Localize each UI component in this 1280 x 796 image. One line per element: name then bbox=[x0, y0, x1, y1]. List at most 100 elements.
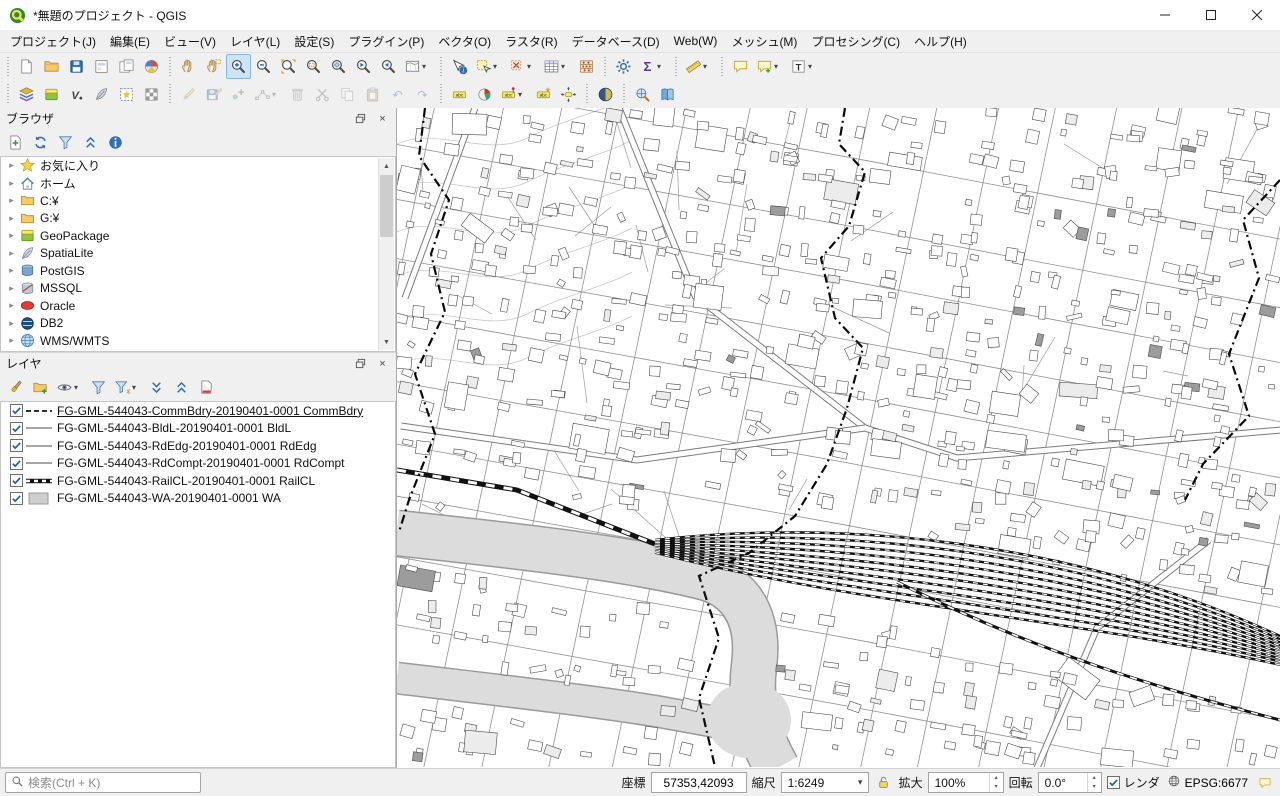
menu-database[interactable]: データベース(D) bbox=[565, 31, 667, 52]
layer-checkbox-checked-icon[interactable] bbox=[10, 457, 23, 470]
layer-row-rdedg[interactable]: FG-GML-544043-RdEdg-20190401-0001 RdEdg bbox=[1, 437, 395, 455]
expand-arrow-icon[interactable]: ▸ bbox=[5, 230, 18, 241]
filter-by-expression-button[interactable]: ε▾ bbox=[111, 376, 143, 400]
browser-item-drive-g[interactable]: ▸G:¥ bbox=[1, 210, 395, 228]
map-tips-button[interactable] bbox=[728, 54, 753, 79]
layer-checkbox-checked-icon[interactable] bbox=[10, 439, 23, 452]
crs-button[interactable]: EPSG:6677 bbox=[1165, 774, 1250, 791]
expand-arrow-icon[interactable]: ▸ bbox=[5, 213, 18, 224]
scroll-down-icon[interactable]: ▼ bbox=[379, 334, 394, 350]
close-panel-icon[interactable]: × bbox=[375, 356, 390, 371]
collapse-all-button[interactable] bbox=[78, 131, 102, 155]
magnifier-spinbox[interactable]: 100% ▴▾ bbox=[928, 772, 1004, 793]
move-label-button[interactable] bbox=[556, 82, 581, 107]
highlight-pinned-labels-button[interactable]: abc bbox=[531, 82, 556, 107]
pan-map-button[interactable] bbox=[176, 54, 201, 79]
minimize-button[interactable] bbox=[1142, 0, 1188, 30]
close-button[interactable] bbox=[1234, 0, 1280, 30]
layer-row-bldl[interactable]: FG-GML-544043-BldL-20190401-0001 BldL bbox=[1, 420, 395, 438]
browser-item-postgis[interactable]: ▸PostGIS bbox=[1, 262, 395, 280]
browser-item-favorites[interactable]: ▸お気に入り bbox=[1, 157, 395, 175]
identify-features-button[interactable]: i bbox=[447, 54, 472, 79]
menu-plugins[interactable]: プラグイン(P) bbox=[341, 31, 431, 52]
statusbar-search[interactable] bbox=[5, 772, 201, 793]
field-calculator-button[interactable] bbox=[574, 54, 599, 79]
help-contents-button[interactable] bbox=[655, 82, 680, 107]
expand-arrow-icon[interactable]: ▸ bbox=[5, 300, 18, 311]
pan-to-selection-button[interactable] bbox=[201, 54, 226, 79]
measure-button[interactable]: ▾ bbox=[682, 54, 716, 79]
maximize-button[interactable] bbox=[1188, 0, 1234, 30]
float-panel-icon[interactable] bbox=[353, 356, 368, 371]
browser-item-mssql[interactable]: ▸MSSQL bbox=[1, 280, 395, 298]
new-annotation-button[interactable]: ▾ bbox=[753, 54, 787, 79]
expand-arrow-icon[interactable]: ▸ bbox=[5, 335, 18, 346]
menu-mesh[interactable]: メッシュ(M) bbox=[724, 31, 804, 52]
map-canvas[interactable] bbox=[396, 108, 1280, 768]
layer-checkbox-checked-icon[interactable] bbox=[10, 404, 23, 417]
menu-help[interactable]: ヘルプ(H) bbox=[907, 31, 974, 52]
menu-processing[interactable]: プロセシング(C) bbox=[804, 31, 907, 52]
pin-labels-button[interactable]: abc▾ bbox=[497, 82, 531, 107]
expand-arrow-icon[interactable]: ▸ bbox=[5, 178, 18, 189]
zoom-to-layer-button[interactable] bbox=[326, 54, 351, 79]
browser-item-spatialite[interactable]: ▸SpatiaLite bbox=[1, 245, 395, 263]
browser-item-wms-wmts[interactable]: ▸WMS/WMTS bbox=[1, 332, 395, 350]
properties-widget-button[interactable] bbox=[103, 131, 127, 155]
coordinate-input[interactable] bbox=[651, 772, 747, 793]
menu-raster[interactable]: ラスタ(R) bbox=[498, 31, 564, 52]
menu-layer[interactable]: レイヤ(L) bbox=[223, 31, 287, 52]
remove-layer-button[interactable] bbox=[194, 376, 218, 400]
refresh-button[interactable] bbox=[28, 131, 52, 155]
new-shapefile-layer-button[interactable] bbox=[139, 82, 164, 107]
zoom-full-button[interactable] bbox=[276, 54, 301, 79]
layer-row-railcl[interactable]: FG-GML-544043-RailCL-20190401-0001 RailC… bbox=[1, 472, 395, 490]
zoom-in-button[interactable] bbox=[226, 54, 251, 79]
layer-row-commbdry[interactable]: FG-GML-544043-CommBdry-20190401-0001 Com… bbox=[1, 402, 395, 420]
browser-item-db2[interactable]: ▸DB2 bbox=[1, 315, 395, 333]
filter-legend-button[interactable] bbox=[86, 376, 110, 400]
select-features-button[interactable]: ▾ bbox=[472, 54, 506, 79]
text-annotation-button[interactable]: T▾ bbox=[787, 54, 821, 79]
menu-web[interactable]: Web(W) bbox=[667, 32, 725, 50]
new-temporary-scratch-layer-button[interactable] bbox=[114, 82, 139, 107]
render-checkbox[interactable]: レンダ bbox=[1107, 774, 1160, 791]
spinner-arrows-icon[interactable]: ▴▾ bbox=[1087, 773, 1101, 792]
new-spatialite-layer-button[interactable] bbox=[89, 82, 114, 107]
layer-checkbox-checked-icon[interactable] bbox=[10, 422, 23, 435]
filter-browser-button[interactable] bbox=[53, 131, 77, 155]
menu-project[interactable]: プロジェクト(J) bbox=[3, 31, 103, 52]
layer-labeling-options-button[interactable]: abc bbox=[447, 82, 472, 107]
expand-arrow-icon[interactable]: ▸ bbox=[5, 318, 18, 329]
scale-combo[interactable]: 1:6249 ▾ bbox=[781, 772, 869, 793]
add-group-button[interactable] bbox=[28, 376, 52, 400]
menu-edit[interactable]: 編集(E) bbox=[103, 31, 157, 52]
expand-arrow-icon[interactable]: ▸ bbox=[5, 265, 18, 276]
scroll-up-icon[interactable]: ▲ bbox=[379, 158, 394, 174]
new-print-layout-button[interactable] bbox=[89, 54, 114, 79]
add-selected-layers-button[interactable] bbox=[3, 131, 27, 155]
browser-item-home[interactable]: ▸ホーム bbox=[1, 175, 395, 193]
layer-row-wa[interactable]: FG-GML-544043-WA-20190401-0001 WA bbox=[1, 490, 395, 508]
expand-arrow-icon[interactable]: ▸ bbox=[5, 160, 18, 171]
style-manager-button[interactable] bbox=[139, 54, 164, 79]
menu-view[interactable]: ビュー(V) bbox=[157, 31, 223, 52]
layer-row-rdcompt[interactable]: FG-GML-544043-RdCompt-20190401-0001 RdCo… bbox=[1, 455, 395, 473]
expand-all-button[interactable] bbox=[144, 376, 168, 400]
spinner-arrows-icon[interactable]: ▴▾ bbox=[989, 773, 1003, 792]
metasearch-button[interactable] bbox=[630, 82, 655, 107]
menu-settings[interactable]: 設定(S) bbox=[287, 31, 341, 52]
zoom-next-button[interactable] bbox=[376, 54, 401, 79]
layer-checkbox-checked-icon[interactable] bbox=[10, 474, 23, 487]
zoom-last-button[interactable] bbox=[351, 54, 376, 79]
rotation-spinbox[interactable]: 0.0° ▴▾ bbox=[1038, 772, 1102, 793]
float-panel-icon[interactable] bbox=[353, 111, 368, 126]
processing-toolbox-button[interactable] bbox=[611, 54, 636, 79]
statistical-summary-button[interactable]: Σ▾ bbox=[636, 54, 670, 79]
expand-arrow-icon[interactable]: ▸ bbox=[5, 283, 18, 294]
new-map-view-button[interactable]: ▾ bbox=[401, 54, 435, 79]
python-console-button[interactable] bbox=[593, 82, 618, 107]
expand-arrow-icon[interactable]: ▸ bbox=[5, 195, 18, 206]
browser-item-oracle[interactable]: ▸Oracle bbox=[1, 297, 395, 315]
search-input[interactable] bbox=[28, 776, 195, 790]
